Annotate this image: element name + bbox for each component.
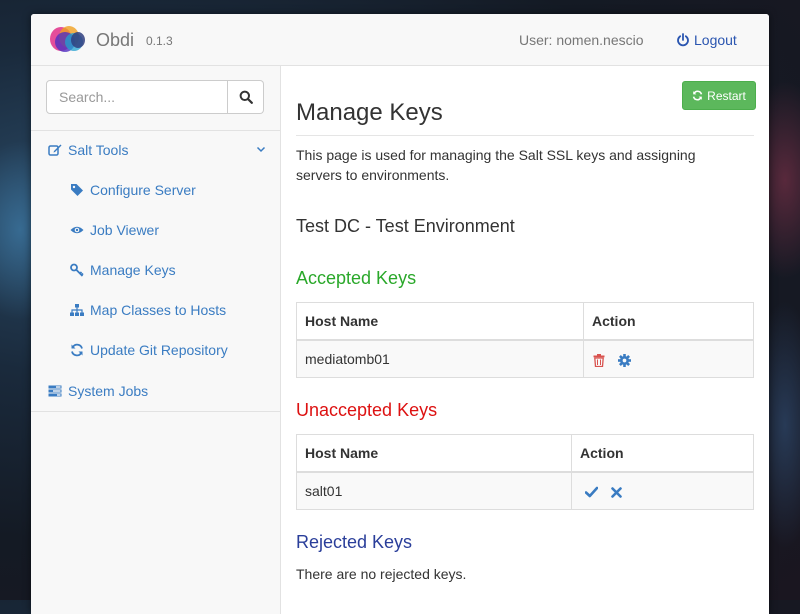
trash-icon[interactable] bbox=[592, 353, 606, 367]
accepted-keys-table: Host Name Action mediatomb01 bbox=[296, 302, 754, 378]
sitemap-icon bbox=[70, 303, 84, 317]
app-version: 0.1.3 bbox=[146, 34, 173, 48]
eye-icon bbox=[70, 223, 84, 237]
sidebar-item-label: Job Viewer bbox=[90, 222, 160, 238]
table-header-row: Host Name Action bbox=[296, 434, 754, 473]
sidebar-item-map-classes[interactable]: Map Classes to Hosts bbox=[70, 302, 226, 318]
column-header-host-name: Host Name bbox=[296, 302, 584, 341]
sidebar-item-label: Configure Server bbox=[90, 182, 196, 198]
chevron-down-icon[interactable] bbox=[255, 143, 267, 155]
current-user: User: nomen.nescio bbox=[519, 32, 644, 48]
sidebar-search bbox=[46, 80, 264, 114]
unaccepted-keys-table: Host Name Action salt01 bbox=[296, 434, 754, 510]
refresh-icon bbox=[692, 90, 703, 101]
obdi-logo-icon[interactable] bbox=[47, 23, 87, 53]
edit-icon bbox=[48, 143, 62, 157]
power-icon bbox=[677, 33, 689, 47]
sidebar-item-manage-keys[interactable]: Manage Keys bbox=[70, 262, 176, 278]
environment-title: Test DC - Test Environment bbox=[296, 216, 515, 236]
action-cell bbox=[571, 471, 754, 510]
divider bbox=[31, 411, 280, 412]
no-rejected-keys-message: There are no rejected keys. bbox=[296, 566, 467, 582]
divider bbox=[31, 130, 280, 131]
table-row: mediatomb01 bbox=[296, 339, 754, 378]
tags-icon bbox=[70, 183, 84, 197]
page-title: Manage Keys bbox=[296, 99, 443, 126]
sidebar-item-label: Manage Keys bbox=[90, 262, 176, 278]
logout-label: Logout bbox=[694, 32, 737, 48]
restart-label: Restart bbox=[707, 88, 746, 103]
search-button[interactable] bbox=[228, 80, 264, 114]
column-header-host-name: Host Name bbox=[296, 434, 572, 473]
app-window: Obdi 0.1.3 User: nomen.nescio Logout Sea… bbox=[31, 14, 769, 614]
key-icon bbox=[70, 263, 84, 277]
sidebar-item-update-git[interactable]: Update Git Repository bbox=[70, 342, 228, 358]
sidebar-item-job-viewer[interactable]: Job Viewer bbox=[70, 222, 159, 238]
sidebar-section-label: System Jobs bbox=[68, 383, 149, 399]
logout-link[interactable]: Logout bbox=[676, 32, 737, 48]
sidebar-section-label: Salt Tools bbox=[68, 142, 129, 158]
restart-button[interactable]: Restart bbox=[682, 81, 756, 110]
sidebar-item-configure-server[interactable]: Configure Server bbox=[70, 182, 196, 198]
sidebar-item-label: Map Classes to Hosts bbox=[90, 302, 227, 318]
divider bbox=[296, 135, 754, 136]
sidebar-section-system-jobs[interactable]: System Jobs bbox=[48, 383, 148, 399]
search-icon bbox=[239, 90, 253, 104]
page-description: This page is used for managing the Salt … bbox=[296, 147, 696, 183]
brand-name[interactable]: Obdi bbox=[96, 30, 134, 51]
sidebar-item-label: Update Git Repository bbox=[90, 342, 228, 358]
sidebar-section-salt-tools[interactable]: Salt Tools bbox=[48, 142, 128, 158]
unaccepted-keys-heading: Unaccepted Keys bbox=[296, 400, 438, 420]
check-icon[interactable] bbox=[584, 485, 598, 499]
rejected-keys-heading: Rejected Keys bbox=[296, 532, 413, 552]
gear-icon[interactable] bbox=[618, 353, 632, 367]
sidebar: Salt Tools Configure Server Jo bbox=[31, 66, 281, 614]
column-header-action: Action bbox=[571, 434, 754, 473]
refresh-icon bbox=[70, 343, 84, 357]
column-header-action: Action bbox=[583, 302, 754, 341]
top-navbar: Obdi 0.1.3 User: nomen.nescio Logout bbox=[31, 14, 769, 66]
accepted-keys-heading: Accepted Keys bbox=[296, 268, 417, 288]
table-header-row: Host Name Action bbox=[296, 302, 754, 341]
host-name-cell: salt01 bbox=[296, 471, 572, 510]
action-cell bbox=[583, 339, 754, 378]
close-icon[interactable] bbox=[610, 485, 624, 499]
tasks-icon bbox=[48, 384, 62, 398]
search-input[interactable] bbox=[46, 80, 228, 114]
table-row: salt01 bbox=[296, 471, 754, 510]
host-name-cell: mediatomb01 bbox=[296, 339, 584, 378]
